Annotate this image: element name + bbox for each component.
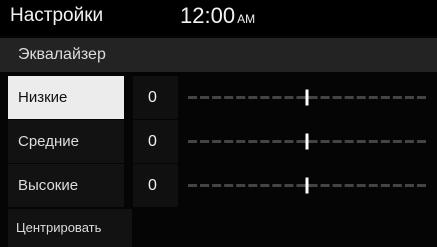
slider-segment [380, 184, 390, 187]
band-value-bass: 0 [133, 76, 178, 119]
slider-segment [332, 140, 342, 143]
center-button-label: Центрировать [16, 220, 102, 235]
slider-segment [260, 140, 270, 143]
slider-segment [260, 184, 270, 187]
band-row-treble: Высокие 0 [0, 164, 437, 207]
slider-segment [356, 184, 366, 187]
slider-segment [356, 140, 366, 143]
slider-segment [272, 184, 282, 187]
slider-segment [224, 140, 234, 143]
slider-thumb[interactable] [305, 177, 309, 194]
slider-segment [308, 96, 318, 99]
slider-segment [380, 96, 390, 99]
band-value-treble: 0 [133, 164, 178, 207]
slider-thumb[interactable] [305, 89, 309, 106]
slider-segment [332, 184, 342, 187]
slider-segment [320, 184, 330, 187]
clock-time: 12:00 [180, 3, 236, 28]
slider-segment [344, 184, 354, 187]
slider-segment [368, 140, 378, 143]
slider-segment [224, 184, 234, 187]
slider-segment [236, 184, 246, 187]
band-slider-mid[interactable] [182, 120, 432, 163]
slider-segment [236, 96, 246, 99]
slider-segment [284, 184, 294, 187]
band-label-button-bass[interactable]: Низкие [8, 76, 124, 119]
slider-segment [224, 96, 234, 99]
slider-segment [248, 140, 258, 143]
slider-segment [392, 184, 402, 187]
slider-segment [272, 96, 282, 99]
slider-segment [212, 96, 222, 99]
slider-segment [404, 140, 414, 143]
slider-segment [260, 96, 270, 99]
equalizer-screen: Настройки 12:00 AM Эквалайзер Низкие 0 Ср… [0, 0, 437, 247]
slider-track-bass [188, 89, 426, 106]
slider-segment [380, 140, 390, 143]
band-label-button-mid[interactable]: Средние [8, 120, 124, 163]
slider-segment [248, 184, 258, 187]
slider-segment [392, 140, 402, 143]
slider-segment [416, 96, 426, 99]
slider-segment [212, 140, 222, 143]
slider-segment [392, 96, 402, 99]
slider-segment [200, 96, 210, 99]
slider-segment [320, 96, 330, 99]
slider-segment [296, 184, 306, 187]
slider-segment [368, 184, 378, 187]
section-header: Эквалайзер [0, 38, 437, 72]
status-header: Настройки 12:00 AM [0, 0, 437, 36]
slider-segment [296, 140, 306, 143]
slider-segment [368, 96, 378, 99]
slider-segment [332, 96, 342, 99]
section-title: Эквалайзер [18, 46, 106, 63]
slider-track-mid [188, 133, 426, 150]
band-slider-bass[interactable] [182, 76, 432, 119]
band-value-mid: 0 [133, 120, 178, 163]
slider-segment [404, 184, 414, 187]
slider-segment [200, 140, 210, 143]
slider-segment [188, 96, 198, 99]
slider-segment [212, 184, 222, 187]
band-row-bass: Низкие 0 [0, 76, 437, 119]
slider-segment [308, 140, 318, 143]
slider-segment [236, 140, 246, 143]
slider-segment [308, 184, 318, 187]
clock-ampm: AM [237, 12, 256, 26]
slider-segment [284, 96, 294, 99]
slider-segment [248, 96, 258, 99]
slider-segment [356, 96, 366, 99]
slider-segment [344, 96, 354, 99]
slider-segment [272, 140, 282, 143]
center-button[interactable]: Центрировать [8, 209, 132, 247]
clock: 12:00 AM [180, 3, 255, 29]
slider-segment [296, 96, 306, 99]
slider-segment [416, 184, 426, 187]
slider-segment [200, 184, 210, 187]
slider-segment [344, 140, 354, 143]
slider-segment [404, 96, 414, 99]
slider-track-treble [188, 177, 426, 194]
slider-thumb[interactable] [305, 133, 309, 150]
slider-segment [416, 140, 426, 143]
band-label-button-treble[interactable]: Высокие [8, 164, 124, 207]
slider-segment [284, 140, 294, 143]
slider-segment [188, 184, 198, 187]
band-slider-treble[interactable] [182, 164, 432, 207]
slider-segment [188, 140, 198, 143]
band-row-mid: Средние 0 [0, 120, 437, 163]
slider-segment [320, 140, 330, 143]
page-title: Настройки [10, 5, 104, 26]
